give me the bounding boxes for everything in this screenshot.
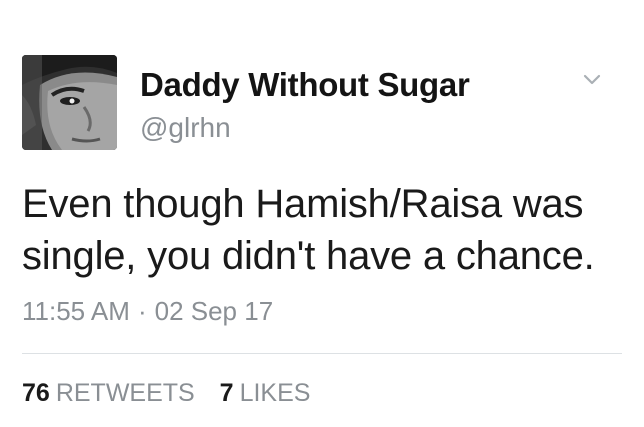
divider xyxy=(22,353,622,354)
user-handle[interactable]: @glrhn xyxy=(140,112,231,144)
likes-label: LIKES xyxy=(239,379,311,407)
chevron-down-icon xyxy=(583,74,601,85)
tweet-date: 02 Sep 17 xyxy=(154,296,274,326)
tweet-stats: 76 RETWEETS 7 LIKES xyxy=(22,379,328,408)
likes-count: 7 xyxy=(219,379,234,407)
tweet-card: Daddy Without Sugar @glrhn Even though H… xyxy=(0,0,644,427)
tweet-timestamp[interactable]: 11:55 AM · 02 Sep 17 xyxy=(22,296,273,327)
meta-separator: · xyxy=(137,296,147,326)
tweet-text-line: single, you didn't have a chance. xyxy=(22,234,595,278)
tweet-menu-button[interactable] xyxy=(578,66,606,94)
avatar[interactable] xyxy=(22,55,117,150)
tweet-text: Even though Hamish/Raisa was single, you… xyxy=(22,178,632,282)
tweet-time: 11:55 AM xyxy=(22,296,130,326)
tweet-text-line: Even though Hamish/Raisa was xyxy=(22,182,584,226)
display-name[interactable]: Daddy Without Sugar xyxy=(140,66,470,104)
profile-photo-icon xyxy=(22,55,117,150)
likes-stat[interactable]: 7 LIKES xyxy=(220,379,311,407)
retweets-stat[interactable]: 76 RETWEETS xyxy=(22,379,195,407)
retweets-count: 76 xyxy=(22,379,50,407)
retweets-label: RETWEETS xyxy=(55,379,195,407)
